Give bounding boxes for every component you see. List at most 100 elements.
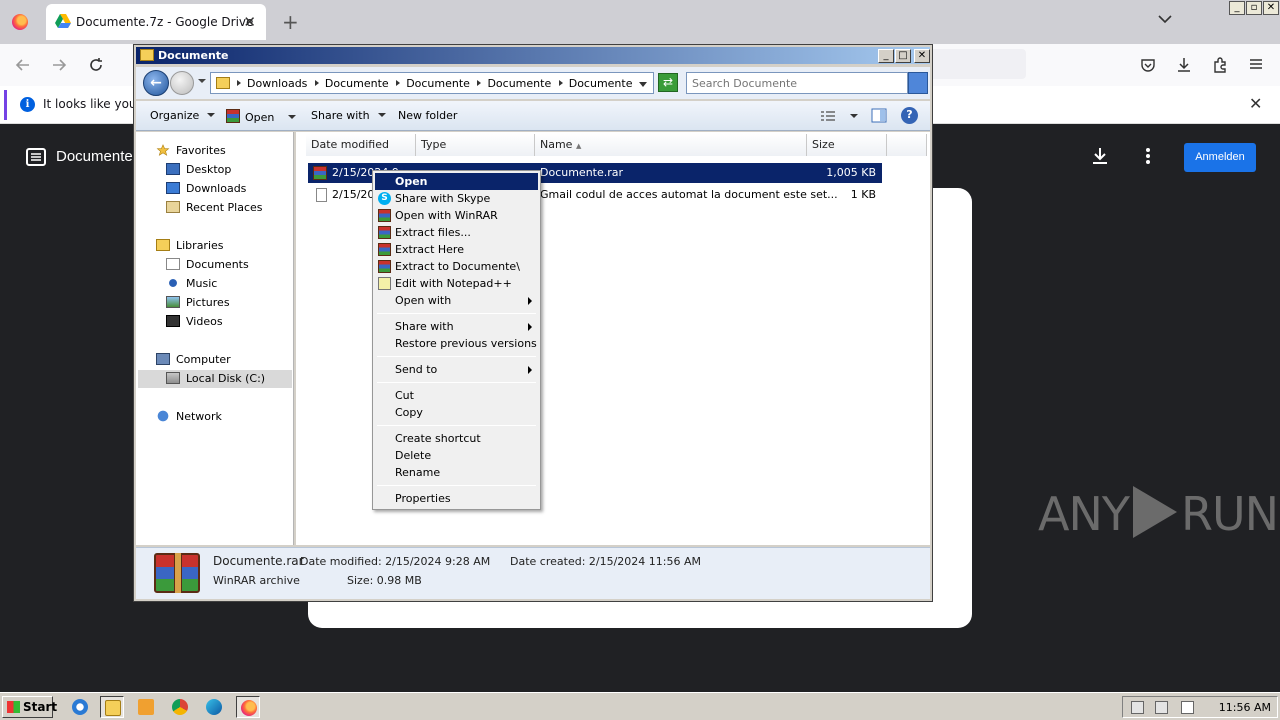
media-player-taskbar-button[interactable] (134, 696, 158, 718)
menu-item-send-to[interactable]: Send to (375, 361, 538, 378)
breadcrumb-separator[interactable] (314, 80, 319, 86)
menu-item-create-shortcut[interactable]: Create shortcut (375, 430, 538, 447)
refresh-button[interactable]: ⇄ (658, 73, 678, 92)
view-options-icon[interactable] (820, 110, 836, 122)
volume-icon[interactable] (1131, 701, 1144, 714)
breadcrumb-item[interactable]: Documente (569, 77, 633, 90)
nav-downloads[interactable]: Downloads (166, 180, 246, 198)
computer-icon (156, 353, 170, 365)
notice-close-button[interactable]: ✕ (1249, 94, 1262, 113)
network-status-icon[interactable] (1155, 701, 1168, 714)
address-dropdown[interactable] (639, 82, 647, 87)
menu-item-copy[interactable]: Copy (375, 404, 538, 421)
menu-item-edit-notepad[interactable]: Edit with Notepad++ (375, 275, 538, 292)
organize-button[interactable]: Organize (150, 109, 216, 122)
menu-item-extract-here[interactable]: Extract Here (375, 241, 538, 258)
menu-item-open-winrar[interactable]: Open with WinRAR (375, 207, 538, 224)
sign-in-button[interactable]: Anmelden (1184, 143, 1256, 172)
minimize-button[interactable]: _ (1229, 1, 1245, 15)
nav-recent-places[interactable]: Recent Places (166, 199, 263, 217)
firefox-taskbar-button[interactable] (236, 696, 260, 718)
breadcrumb-separator[interactable] (477, 80, 482, 86)
column-header-size[interactable]: Size (807, 134, 887, 156)
explorer-taskbar-button[interactable] (100, 696, 124, 718)
url-bar[interactable] (920, 49, 1026, 79)
tab-close-button[interactable]: ✕ (243, 13, 256, 31)
menu-item-share-skype[interactable]: S Share with Skype (375, 190, 538, 207)
download-icon[interactable] (1090, 146, 1110, 166)
menu-item-open-with[interactable]: Open with (375, 292, 538, 309)
search-input[interactable] (687, 73, 907, 93)
column-header-type[interactable]: Type (416, 134, 535, 156)
firefox-icon (12, 14, 28, 30)
menu-item-cut[interactable]: Cut (375, 387, 538, 404)
menu-label: Create shortcut (395, 432, 481, 445)
new-folder-button[interactable]: New folder (398, 109, 457, 122)
action-center-flag-icon[interactable] (1181, 701, 1194, 714)
forward-button[interactable] (170, 71, 194, 95)
menu-icon[interactable] (1248, 56, 1264, 72)
extensions-icon[interactable] (1211, 56, 1229, 74)
share-with-button[interactable]: Share with (311, 109, 386, 122)
nav-documents[interactable]: Documents (166, 256, 249, 274)
more-options-icon[interactable] (1140, 146, 1156, 166)
nav-network[interactable]: Network (156, 408, 222, 426)
open-button[interactable]: Open (226, 109, 297, 124)
nav-pictures[interactable]: Pictures (166, 294, 230, 312)
nav-local-disk[interactable]: Local Disk (C:) (138, 370, 292, 388)
recent-pages-dropdown[interactable] (198, 79, 206, 83)
menu-item-delete[interactable]: Delete (375, 447, 538, 464)
breadcrumb-item[interactable]: Downloads (247, 77, 307, 90)
view-dropdown-arrow[interactable] (850, 114, 858, 118)
start-button[interactable]: Start (2, 696, 57, 718)
back-button[interactable]: ← (143, 70, 169, 96)
context-menu: Open S Share with Skype Open with WinRAR … (372, 170, 541, 510)
download-icon[interactable] (1175, 56, 1193, 74)
menu-item-restore-versions[interactable]: Restore previous versions (375, 335, 538, 352)
winrar-icon (313, 166, 327, 180)
breadcrumb-item[interactable]: Documente (406, 77, 470, 90)
column-header-date-modified[interactable]: Date modified (306, 134, 416, 156)
menu-item-open[interactable]: Open (375, 173, 538, 190)
nav-music[interactable]: Music (166, 275, 217, 293)
forward-arrow-icon[interactable] (50, 56, 68, 74)
internet-explorer-taskbar-button[interactable] (68, 696, 92, 718)
menu-item-extract-to[interactable]: Extract to Documente\ (375, 258, 538, 275)
explorer-title-bar[interactable]: Documente _ □ ✕ (136, 47, 930, 64)
breadcrumb-separator[interactable] (396, 80, 401, 86)
preview-pane-icon[interactable] (871, 108, 887, 123)
help-icon[interactable]: ? (901, 107, 918, 124)
search-icon[interactable] (908, 72, 928, 94)
restore-button[interactable]: ▫ (1246, 1, 1262, 15)
new-tab-button[interactable]: + (282, 10, 299, 34)
nav-computer[interactable]: Computer (156, 351, 231, 369)
pocket-icon[interactable] (1139, 56, 1157, 74)
close-button[interactable]: ✕ (914, 49, 930, 63)
minimize-button[interactable]: _ (878, 49, 894, 63)
breadcrumb[interactable]: Downloads Documente Documente Documente … (210, 72, 654, 94)
search-box[interactable] (686, 72, 908, 94)
menu-item-properties[interactable]: Properties (375, 490, 538, 507)
navigation-pane: Favorites Desktop Downloads Recent Place… (136, 132, 294, 545)
nav-libraries[interactable]: Libraries (156, 237, 224, 255)
clock[interactable]: 11:56 AM (1219, 701, 1271, 714)
chrome-taskbar-button[interactable] (168, 696, 192, 718)
edge-taskbar-button[interactable] (202, 696, 226, 718)
breadcrumb-separator[interactable] (558, 80, 563, 86)
column-header-name[interactable]: Name ▲ (535, 134, 807, 156)
maximize-button[interactable]: □ (895, 49, 911, 63)
close-button[interactable]: ✕ (1263, 1, 1279, 15)
nav-desktop[interactable]: Desktop (166, 161, 231, 179)
breadcrumb-separator[interactable] (237, 80, 241, 86)
breadcrumb-item[interactable]: Documente (325, 77, 389, 90)
nav-favorites[interactable]: Favorites (156, 142, 226, 160)
menu-item-share-with[interactable]: Share with (375, 318, 538, 335)
browser-tab[interactable]: Documente.7z - Google Drive ✕ (46, 4, 266, 40)
menu-item-rename[interactable]: Rename (375, 464, 538, 481)
chevron-down-icon[interactable] (1158, 14, 1172, 24)
menu-item-extract-files[interactable]: Extract files... (375, 224, 538, 241)
back-arrow-icon[interactable] (14, 56, 32, 74)
breadcrumb-item[interactable]: Documente (487, 77, 551, 90)
reload-icon[interactable] (87, 56, 105, 74)
nav-videos[interactable]: Videos (166, 313, 223, 331)
